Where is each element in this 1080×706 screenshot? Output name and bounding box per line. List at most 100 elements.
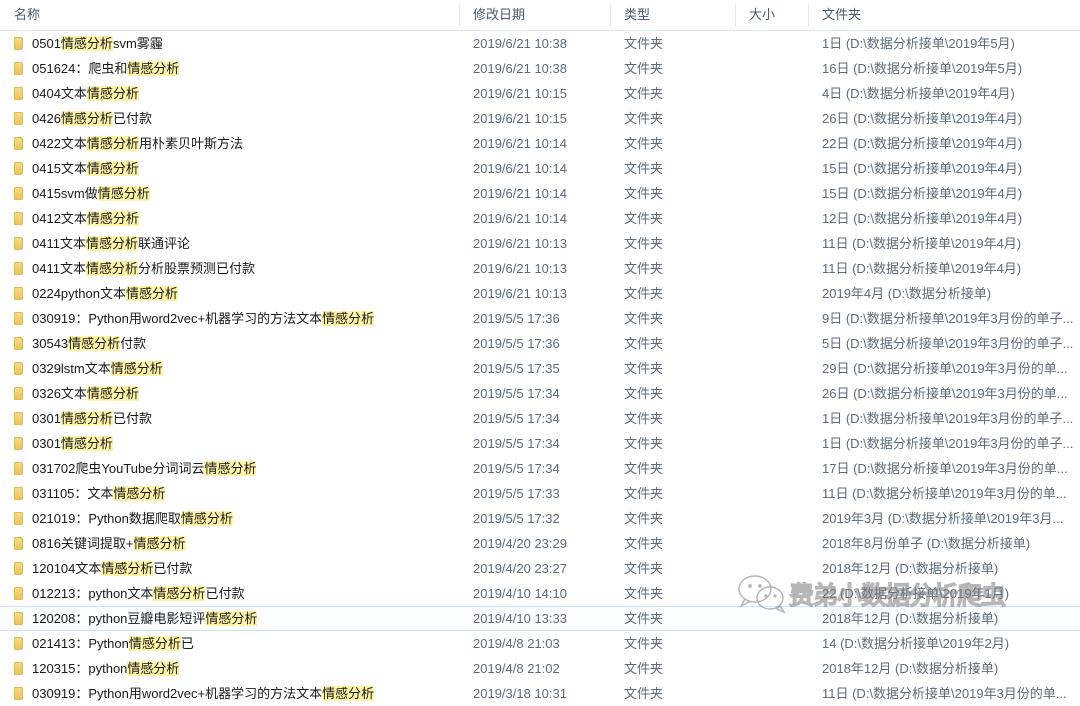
table-row[interactable]: 030919：Python用word2vec+机器学习的方法文本情感分析 2019… [0,681,1080,706]
cell-modified-date: 2019/5/5 17:34 [473,386,560,401]
table-row[interactable]: 030919：Python用word2vec+机器学习的方法文本情感分析 2019… [0,306,1080,331]
file-name-segment: 0411文本 [32,236,86,251]
cell-name[interactable]: 0301情感分析已付款 [0,407,459,430]
cell-type: 文件夹 [624,586,664,601]
cell-modified-date: 2019/5/5 17:36 [473,336,560,351]
cell-name[interactable]: 0301情感分析 [0,432,459,455]
cell-name[interactable]: 0404文本情感分析 [0,82,459,105]
cell-type: 文件夹 [624,686,664,701]
file-name-segment: 已付款 [112,411,152,426]
table-row[interactable]: 0411文本情感分析联通评论 2019/6/21 10:13 文件夹 11日 (D:\… [0,231,1080,256]
cell-size [735,532,808,555]
search-highlight: 情感分析 [85,261,138,276]
file-name-segment: 030919：Python用word2vec+机器学习的方法文本 [32,686,323,701]
file-name-segment: 联通评论 [137,236,190,251]
table-row[interactable]: 0415svm做情感分析 2019/6/21 10:14 文件夹 15日 (D:\数据… [0,181,1080,206]
cell-folder-path: 22日 (D:\数据分析接单\2019年4月) [822,136,1023,151]
cell-name[interactable]: 031105：文本情感分析 [0,482,459,505]
cell-modified-date: 2019/6/21 10:38 [473,36,567,51]
cell-name[interactable]: 030919：Python用word2vec+机器学习的方法文本情感分析 [0,307,459,330]
column-header-size[interactable]: 大小 [735,0,808,30]
table-row[interactable]: 120208：python豆瓣电影短评情感分析 2019/4/10 13:33 文件… [0,606,1080,631]
column-header-name[interactable]: 名称 [0,0,459,30]
cell-name[interactable]: 0329lstm文本情感分析 [0,357,459,380]
cell-name[interactable]: 0415文本情感分析 [0,157,459,180]
table-row[interactable]: 0422文本情感分析用朴素贝叶斯方法 2019/6/21 10:14 文件夹 22日 … [0,131,1080,156]
cell-name[interactable]: 012213：python文本情感分析已付款 [0,582,459,605]
folder-icon [14,387,23,400]
cell-name[interactable]: 0411文本情感分析联通评论 [0,232,459,255]
file-name-text: 030919：Python用word2vec+机器学习的方法文本情感分析 [32,307,375,330]
table-row[interactable]: 0224python文本情感分析 2019/6/21 10:13 文件夹 2019年4… [0,281,1080,306]
cell-folder-path: 2018年12月 (D:\数据分析接单) [822,661,999,676]
cell-modified-date: 2019/3/18 10:31 [473,686,567,701]
table-row[interactable]: 031105：文本情感分析 2019/5/5 17:33 文件夹 11日 (D:\数据… [0,481,1080,506]
cell-name[interactable]: 030919：Python用word2vec+机器学习的方法文本情感分析 [0,682,459,705]
table-row[interactable]: 021019：Python数据爬取情感分析 2019/5/5 17:32 文件夹 20… [0,506,1080,531]
cell-name[interactable]: 120104文本情感分析已付款 [0,557,459,580]
file-name-text: 021413：Python情感分析已 [32,632,194,655]
cell-type: 文件夹 [624,86,664,101]
cell-modified-date: 2019/5/5 17:33 [473,486,560,501]
folder-icon [14,37,23,50]
search-highlight: 情感分析 [180,511,233,526]
file-name-segment: 0412文本 [32,211,87,226]
table-row[interactable]: 0816关键词提取+情感分析 2019/4/20 23:29 文件夹 2018年8月份… [0,531,1080,556]
cell-name[interactable]: 0426情感分析已付款 [0,107,459,130]
table-row[interactable]: 0501情感分析svm雾霾 2019/6/21 10:38 文件夹 1日 (D:\数据… [0,31,1080,56]
cell-modified-date: 2019/5/5 17:35 [473,361,560,376]
cell-name[interactable]: 031702爬虫YouTube分词词云情感分析 [0,457,459,480]
cell-modified-date: 2019/4/20 23:27 [473,561,567,576]
cell-folder-path: 16日 (D:\数据分析接单\2019年5月) [822,61,1023,76]
column-header-date[interactable]: 修改日期 [459,0,610,30]
table-row[interactable]: 0412文本情感分析 2019/6/21 10:14 文件夹 12日 (D:\数据分析… [0,206,1080,231]
table-row[interactable]: 021413：Python情感分析已 2019/4/8 21:03 文件夹 14 (D… [0,631,1080,656]
cell-size [735,357,808,380]
cell-name[interactable]: 051624：爬虫和情感分析 [0,57,459,80]
table-row[interactable]: 012213：python文本情感分析已付款 2019/4/10 14:10 文件夹… [0,581,1080,606]
search-highlight: 情感分析 [113,486,166,501]
cell-name[interactable]: 0326文本情感分析 [0,382,459,405]
folder-icon [14,337,23,350]
cell-name[interactable]: 0412文本情感分析 [0,207,459,230]
cell-size [735,207,808,230]
cell-folder-path: 26日 (D:\数据分析接单\2019年4月) [822,111,1023,126]
cell-name[interactable]: 021413：Python情感分析已 [0,632,459,655]
file-name-segment: 0415文本 [32,161,87,176]
table-row[interactable]: 120315：python情感分析 2019/4/8 21:02 文件夹 2018年1… [0,656,1080,681]
table-row[interactable]: 0411文本情感分析分析股票预测已付款 2019/6/21 10:13 文件夹 11日… [0,256,1080,281]
table-row[interactable]: 0329lstm文本情感分析 2019/5/5 17:35 文件夹 29日 (D:\数… [0,356,1080,381]
cell-name[interactable]: 0422文本情感分析用朴素贝叶斯方法 [0,132,459,155]
cell-name[interactable]: 120315：python情感分析 [0,657,459,680]
cell-type: 文件夹 [624,611,664,626]
table-row[interactable]: 051624：爬虫和情感分析 2019/6/21 10:38 文件夹 16日 (D:\… [0,56,1080,81]
search-highlight: 情感分析 [128,636,181,651]
cell-name[interactable]: 0816关键词提取+情感分析 [0,532,459,555]
cell-name[interactable]: 0501情感分析svm雾霾 [0,32,459,55]
column-header-type[interactable]: 类型 [610,0,735,30]
cell-name[interactable]: 0411文本情感分析分析股票预测已付款 [0,257,459,280]
table-row[interactable]: 0415文本情感分析 2019/6/21 10:14 文件夹 15日 (D:\数据分析… [0,156,1080,181]
table-row[interactable]: 0326文本情感分析 2019/5/5 17:34 文件夹 26日 (D:\数据分析接… [0,381,1080,406]
cell-modified-date: 2019/4/20 23:29 [473,536,567,551]
table-row[interactable]: 0426情感分析已付款 2019/6/21 10:15 文件夹 26日 (D:\数据分… [0,106,1080,131]
column-header-folder[interactable]: 文件夹 [808,0,1080,30]
cell-type: 文件夹 [624,286,664,301]
table-row[interactable]: 0404文本情感分析 2019/6/21 10:15 文件夹 4日 (D:\数据分析接… [0,81,1080,106]
file-name-text: 0415svm做情感分析 [32,182,150,205]
folder-icon [14,687,23,700]
table-row[interactable]: 30543情感分析付款 2019/5/5 17:36 文件夹 5日 (D:\数据分析接… [0,331,1080,356]
cell-name[interactable]: 120208：python豆瓣电影短评情感分析 [0,607,459,630]
cell-name[interactable]: 0224python文本情感分析 [0,282,459,305]
table-row[interactable]: 031702爬虫YouTube分词词云情感分析 2019/5/5 17:34 文件夹… [0,456,1080,481]
folder-icon [14,437,23,450]
cell-name[interactable]: 021019：Python数据爬取情感分析 [0,507,459,530]
table-row[interactable]: 120104文本情感分析已付款 2019/4/20 23:27 文件夹 2018年12… [0,556,1080,581]
cell-type: 文件夹 [624,236,664,251]
table-row[interactable]: 0301情感分析 2019/5/5 17:34 文件夹 1日 (D:\数据分析接单\2… [0,431,1080,456]
cell-type: 文件夹 [624,311,664,326]
cell-name[interactable]: 0415svm做情感分析 [0,182,459,205]
table-row[interactable]: 0301情感分析已付款 2019/5/5 17:34 文件夹 1日 (D:\数据分析接… [0,406,1080,431]
cell-name[interactable]: 30543情感分析付款 [0,332,459,355]
cell-type: 文件夹 [624,636,664,651]
